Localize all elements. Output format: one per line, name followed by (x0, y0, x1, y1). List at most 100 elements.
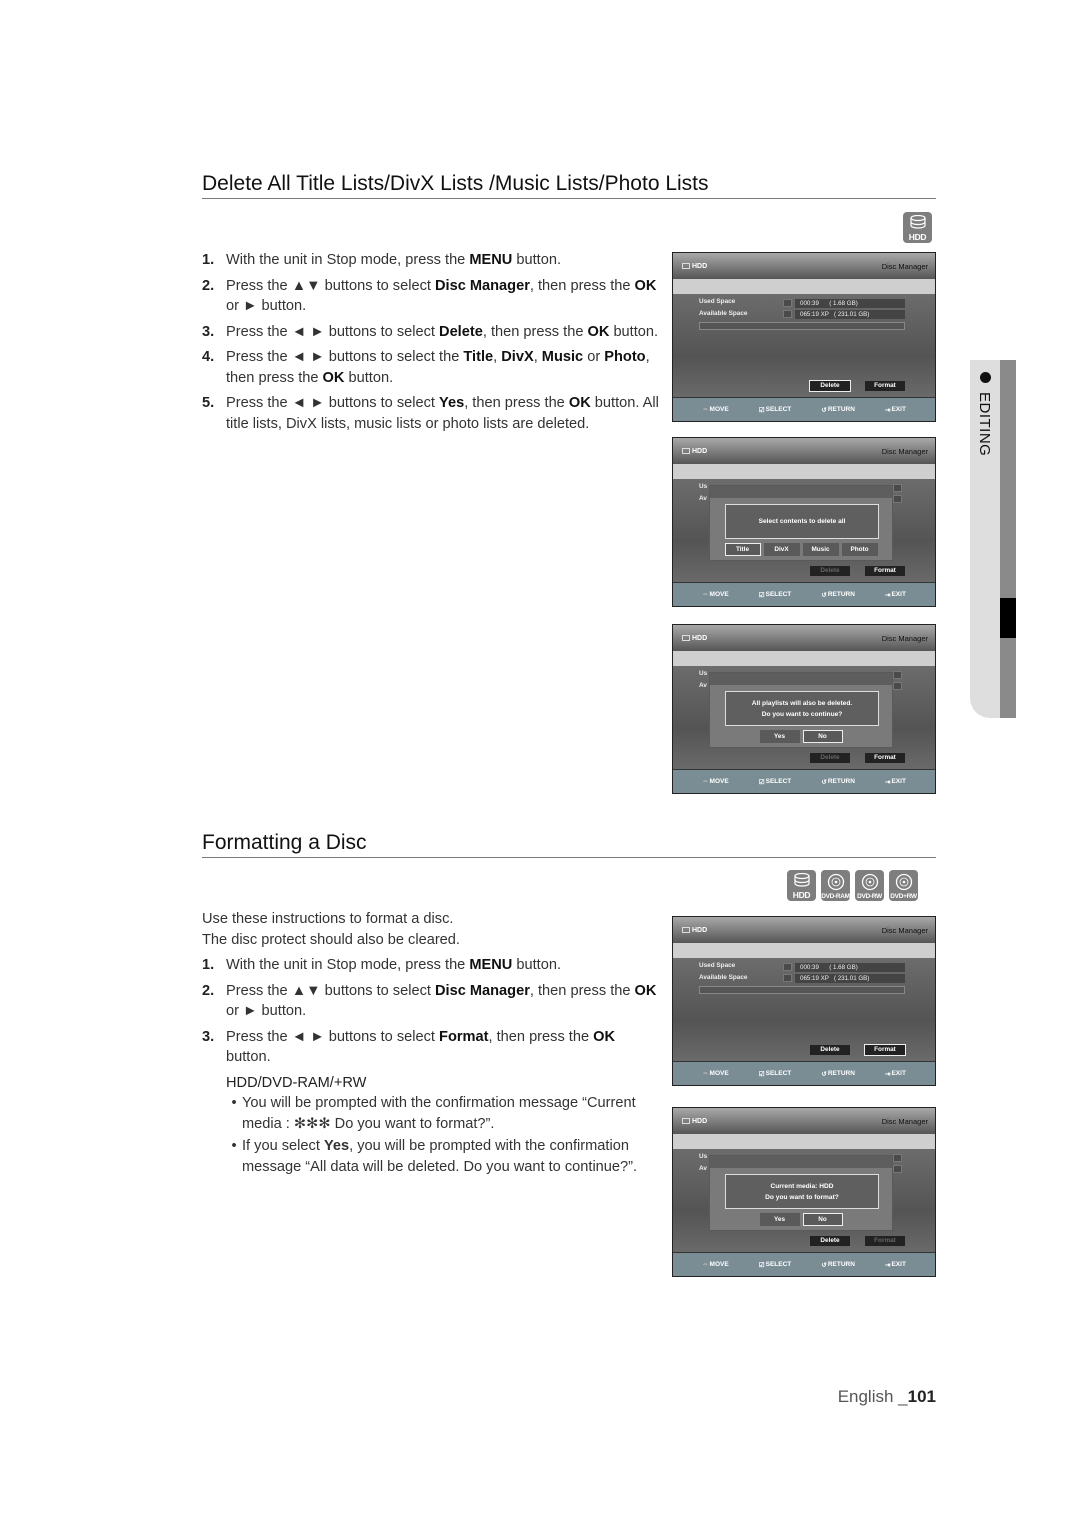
dialog-option-no[interactable]: No (802, 1213, 843, 1226)
hint-label: EXIT (891, 591, 906, 598)
step-text: Press the ◄ ► buttons to select Delete, … (226, 323, 659, 340)
dialog-titlebar (710, 486, 892, 498)
return-icon: ↺ (821, 778, 827, 786)
delete-button[interactable]: Delete (810, 566, 850, 576)
dvd-plus-rw-glyph-icon (895, 873, 913, 896)
bold-term: Title (463, 349, 494, 365)
dialog-option-yes[interactable]: Yes (759, 1213, 800, 1226)
format-button[interactable]: Format (865, 381, 905, 391)
screen-body: Used Space Available Space 000:39 ( 1.68 G… (673, 294, 935, 398)
hint-return: ↺ RETURN (821, 591, 855, 599)
format-button[interactable]: Format (865, 753, 905, 763)
format-button[interactable]: Format (865, 566, 905, 576)
step-number: 1. (202, 957, 215, 973)
screen-title: Disc Manager (881, 925, 928, 935)
dialog-titlebar (710, 673, 892, 685)
hdd-glyph-icon (909, 214, 926, 234)
hint-move: ⇔ MOVE (702, 778, 729, 785)
dialog-titlebar (710, 1156, 892, 1168)
step-item: 4. Press the ◄ ► buttons to select the Ti… (202, 347, 672, 388)
dialog-option-photo[interactable]: Photo (841, 543, 878, 556)
side-tab-marker (1000, 598, 1016, 638)
bold-term: Delete (439, 323, 483, 340)
dialog-option-title[interactable]: Title (724, 543, 761, 556)
confirm-dialog: Select contents to delete all Title DivX Mu… (709, 485, 893, 561)
dialog-message-line: Do you want to continue? (761, 710, 843, 718)
used-color-swatch (893, 671, 902, 679)
available-space-label: Av (699, 495, 707, 502)
format-button[interactable]: Format (864, 1044, 906, 1056)
return-icon: ↺ (821, 406, 827, 414)
screen-source: HDD (682, 1118, 707, 1125)
used-color-swatch (893, 1154, 902, 1162)
return-icon: ↺ (821, 1261, 827, 1269)
hint-label: RETURN (827, 591, 855, 598)
used-space-value: 000:39 ( 1.68 GB) (795, 299, 905, 308)
hint-label: EXIT (891, 1261, 906, 1268)
hdd-small-icon (682, 448, 690, 454)
screen-body: Us Av Select contents to delete all Title Di… (673, 479, 935, 583)
step-number: 3. (202, 323, 215, 340)
hint-label: RETURN (827, 1070, 855, 1077)
step-item: 3. Press the ◄ ► buttons to select Delete… (202, 322, 672, 343)
dialog-option-music[interactable]: Music (802, 543, 839, 556)
move-arrows-icon: ⇔ (702, 1261, 709, 1268)
hint-label: EXIT (891, 1070, 906, 1077)
screen-footer-hints: ⇔ MOVE ☑ SELECT ↺ RETURN ⇥ EXIT (673, 769, 935, 793)
confirm-dialog: Current media: HDD Do you want to format?… (709, 1155, 893, 1231)
available-color-swatch (783, 974, 792, 982)
step-text: Press the ▲▼ buttons to select Disc Mana… (226, 982, 657, 1020)
hint-label: MOVE (709, 1261, 729, 1268)
hint-label: EXIT (891, 778, 906, 785)
move-arrows-icon: ⇔ (702, 591, 709, 598)
delete-button[interactable]: Delete (809, 380, 851, 392)
dialog-option-no[interactable]: No (802, 730, 843, 743)
footer-language: English _ (837, 1387, 908, 1406)
chapter-label: EDITING (976, 392, 993, 457)
hint-label: MOVE (709, 406, 729, 413)
screen-footer-hints: ⇔ MOVE ☑ SELECT ↺ RETURN ⇥ EXIT (673, 1252, 935, 1276)
bold-term: Disc Manager (434, 982, 530, 999)
hint-exit: ⇥ EXIT (885, 406, 906, 414)
step-item: 1. With the unit in Stop mode, press the … (202, 250, 672, 271)
bullet-dot-icon (980, 372, 991, 383)
delete-button[interactable]: Delete (810, 1236, 850, 1246)
page-number: 101 (907, 1387, 936, 1406)
screen-header: HDD Disc Manager (673, 1108, 935, 1134)
delete-button[interactable]: Delete (810, 753, 850, 763)
used-space-label: Us (699, 670, 708, 677)
bold-term: OK (568, 395, 591, 411)
step-number: 3. (202, 1028, 215, 1045)
step-number: 5. (202, 395, 215, 411)
used-color-swatch (783, 299, 792, 307)
step-text: With the unit in Stop mode, press the ME… (226, 957, 562, 973)
step-item: 2. Press the ▲▼ buttons to select Disc Ma… (202, 981, 662, 1022)
exit-icon: ⇥ (885, 591, 891, 599)
bold-term: Format (439, 1028, 489, 1045)
dvd-rw-icon: DVD-RW (855, 870, 884, 901)
source-label: HDD (692, 447, 708, 455)
used-space-label: Used Space (699, 962, 736, 969)
delete-button[interactable]: Delete (810, 1045, 850, 1055)
return-icon: ↺ (821, 591, 827, 599)
step-item: 3. Press the ◄ ► buttons to select Format… (202, 1027, 662, 1068)
bullet-icon: • (231, 1095, 237, 1111)
hint-label: MOVE (709, 778, 729, 785)
hint-move: ⇔ MOVE (702, 406, 729, 413)
hint-label: MOVE (709, 1070, 729, 1077)
screen-title: Disc Manager (881, 446, 928, 456)
media-subheading: HDD/DVD-RAM/+RW (226, 1074, 367, 1091)
screen-band (673, 943, 935, 958)
available-space-label: Available Space (699, 310, 748, 317)
exit-icon: ⇥ (885, 778, 891, 786)
chapter-side-tab: EDITING (970, 360, 1016, 718)
format-button[interactable]: Format (865, 1236, 905, 1246)
screen-header: HDD Disc Manager (673, 253, 935, 279)
hint-return: ↺ RETURN (821, 406, 855, 414)
dialog-option-yes[interactable]: Yes (759, 730, 800, 743)
step-item: 2. Press the ▲▼ buttons to select Disc Ma… (202, 276, 672, 317)
step-text: Press the ◄ ► buttons to select Format, … (226, 1028, 616, 1066)
dialog-option-divx[interactable]: DivX (763, 543, 800, 556)
screen-title: Disc Manager (881, 1116, 928, 1126)
disc-manager-screen: HDD Disc Manager Used Space Available Space… (672, 252, 936, 422)
